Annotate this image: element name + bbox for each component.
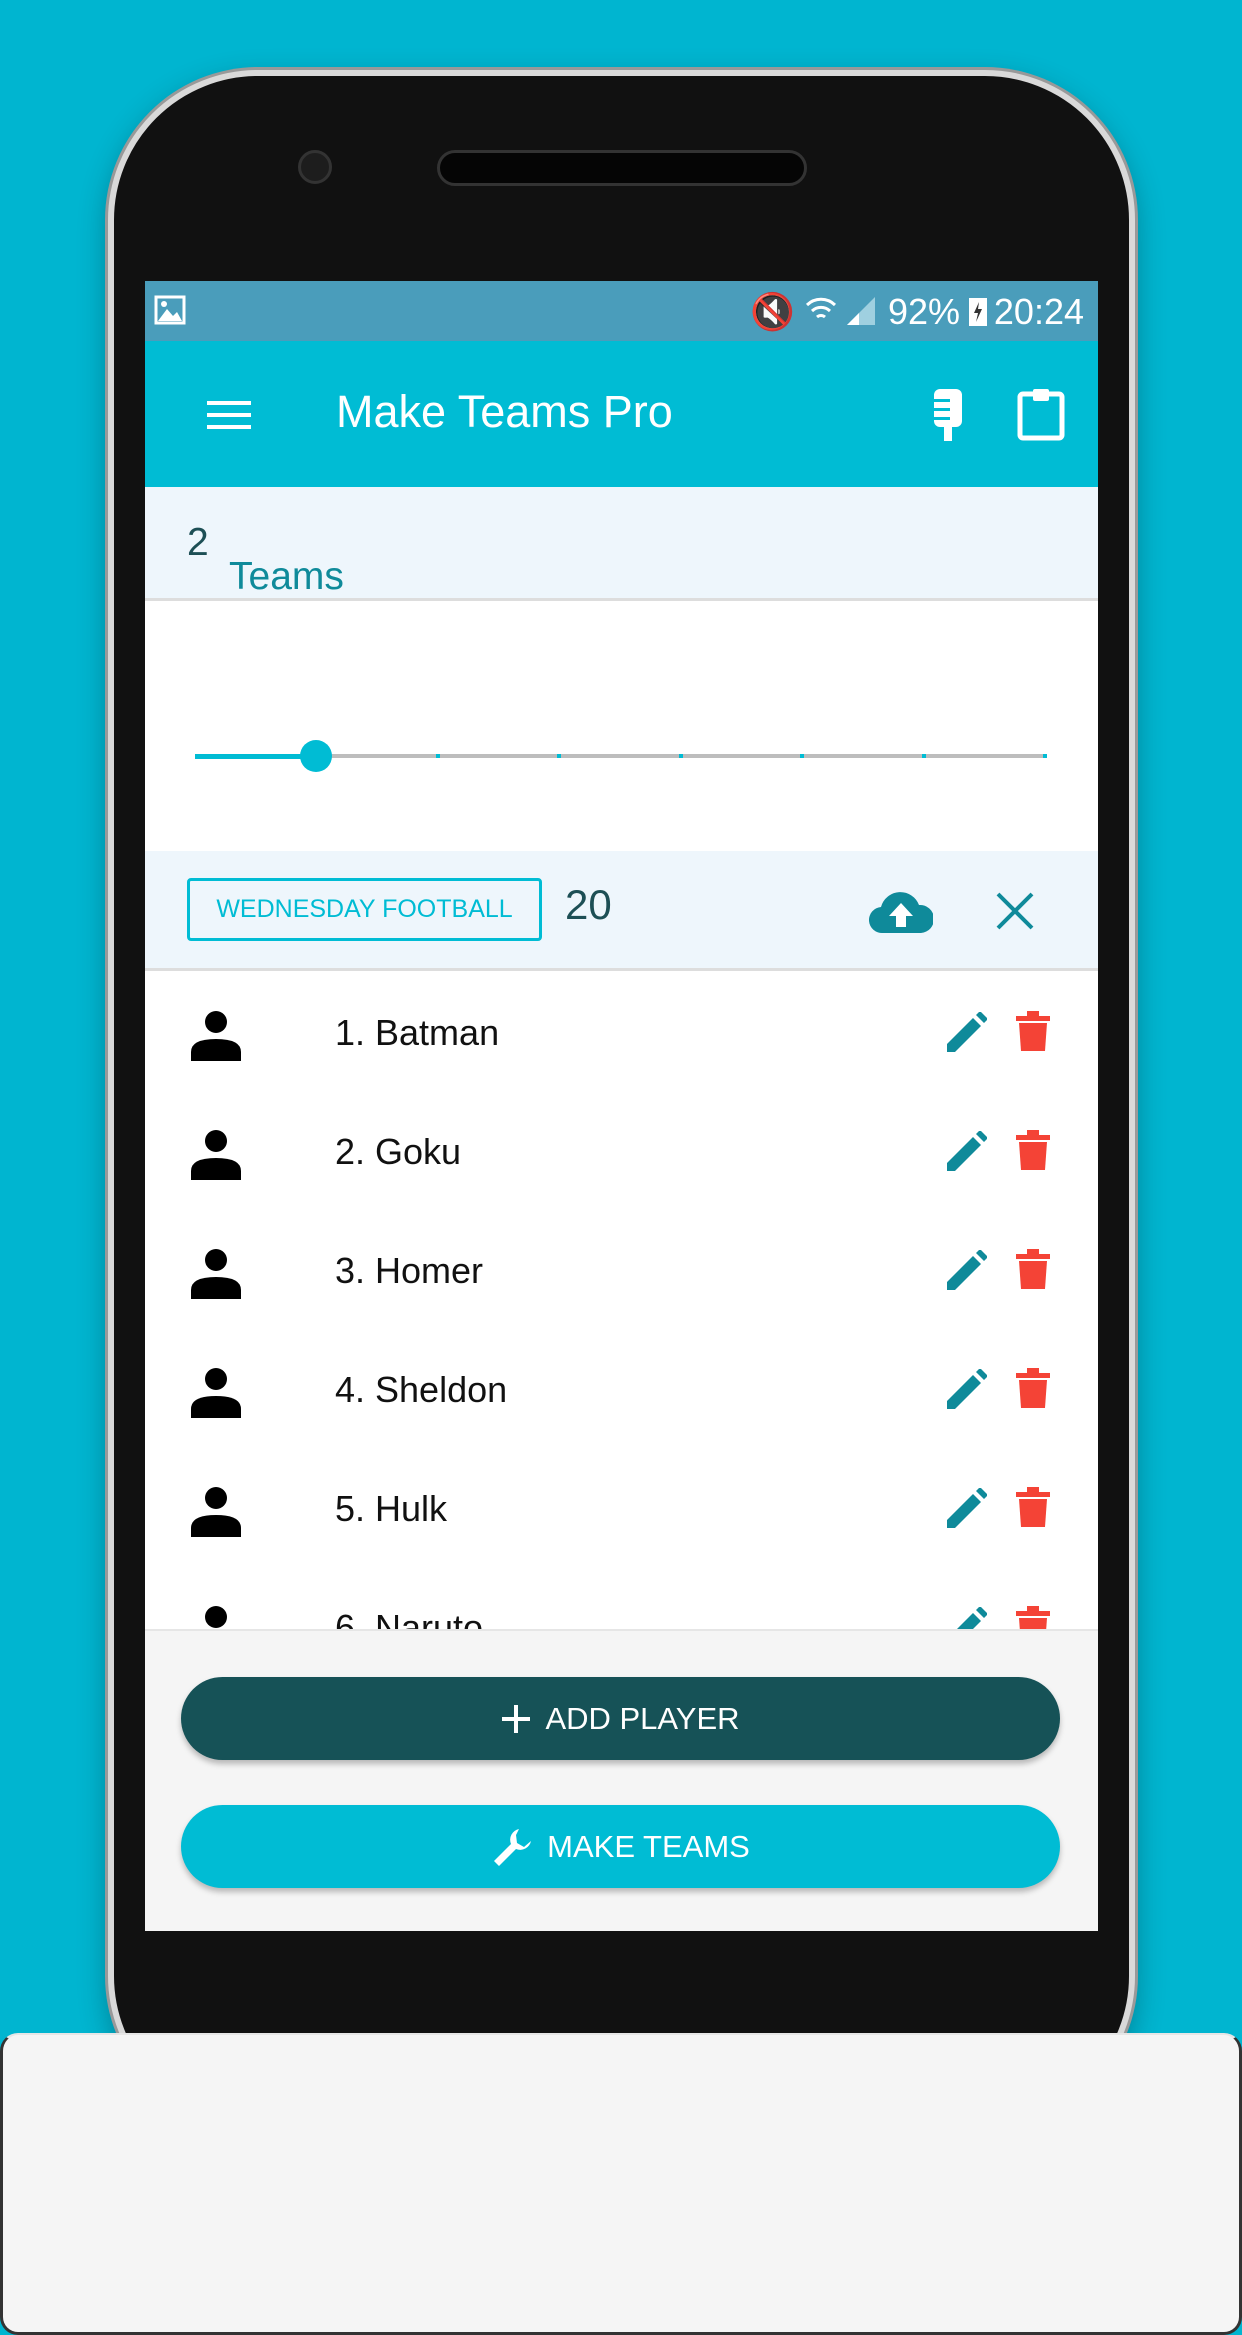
edit-pencil-icon[interactable] [945, 1369, 987, 1411]
slider-tick [435, 754, 440, 758]
player-name: 1. Batman [335, 1012, 500, 1053]
person-icon [191, 1130, 241, 1180]
mute-vibrate-icon: 🔇 [750, 291, 795, 332]
player-row: 4. Sheldon [145, 1331, 1098, 1450]
slider-fill [195, 754, 317, 759]
wifi-icon [805, 297, 837, 319]
player-count: 20 [565, 881, 612, 928]
make-teams-button[interactable]: MAKE TEAMS [181, 1805, 1060, 1888]
player-row: 1. Batman [145, 974, 1098, 1093]
app-title: Make Teams Pro [336, 386, 673, 437]
teams-slider[interactable] [145, 601, 1098, 851]
bottom-actions: ADD PLAYER MAKE TEAMS [145, 1629, 1098, 1931]
signal-icon [847, 297, 875, 325]
menu-icon[interactable] [207, 399, 251, 431]
plus-icon [502, 1704, 531, 1733]
person-icon [191, 1368, 241, 1418]
battery-text: 92% [887, 291, 960, 332]
edit-pencil-icon[interactable] [945, 1012, 987, 1054]
player-row: 2. Goku [145, 1093, 1098, 1212]
app-bar: Make Teams Pro [145, 341, 1098, 487]
battery-charging-icon [969, 298, 987, 326]
delete-trash-icon[interactable] [1016, 1130, 1050, 1172]
camera [298, 150, 332, 184]
status-bar: 🔇 92% 20:24 [145, 281, 1098, 341]
clipboard-icon[interactable] [1017, 387, 1065, 441]
player-name: 4. Sheldon [335, 1369, 508, 1410]
teams-count: 2 [187, 521, 209, 564]
slider-tick [1043, 754, 1047, 758]
slider-tick [557, 754, 562, 758]
edit-pencil-icon[interactable] [945, 1488, 987, 1530]
delete-trash-icon[interactable] [1016, 1368, 1050, 1410]
slider-tick [678, 754, 683, 758]
slider-thumb[interactable] [300, 740, 333, 772]
clock: 20:24 [993, 291, 1084, 332]
bottom-speaker [0, 2033, 1242, 2335]
person-icon [191, 1011, 241, 1061]
add-player-button[interactable]: ADD PLAYER [181, 1677, 1060, 1760]
teams-label: Teams 2 [187, 521, 344, 598]
person-icon [191, 1249, 241, 1299]
screen: 🔇 92% 20:24 Make Teams Pro Teams 2 WEDNE… [145, 281, 1098, 1931]
slider-tick [921, 754, 926, 758]
player-name: 3. Homer [335, 1250, 484, 1291]
earpiece [437, 150, 807, 186]
player-name: 5. Hulk [335, 1488, 448, 1529]
delete-trash-icon[interactable] [1016, 1487, 1050, 1529]
delete-trash-icon[interactable] [1016, 1011, 1050, 1053]
make-teams-label: MAKE TEAMS [547, 1828, 750, 1864]
add-player-label: ADD PLAYER [545, 1700, 740, 1736]
player-row: 5. Hulk [145, 1450, 1098, 1569]
teams-count-header: Teams 2 [145, 487, 1098, 601]
image-notification-icon [154, 295, 186, 325]
delete-trash-icon[interactable] [1016, 1249, 1050, 1291]
group-bar: WEDNESDAY FOOTBALL 20 [145, 851, 1098, 971]
group-name-chip[interactable]: WEDNESDAY FOOTBALL [187, 878, 542, 941]
microphone-icon[interactable] [930, 389, 966, 441]
wrench-icon [494, 1828, 532, 1866]
close-icon[interactable] [995, 891, 1035, 931]
edit-pencil-icon[interactable] [945, 1250, 987, 1292]
player-row: 3. Homer [145, 1212, 1098, 1331]
player-name: 2. Goku [335, 1131, 462, 1172]
edit-pencil-icon[interactable] [945, 1131, 987, 1173]
cloud-upload-icon[interactable] [869, 889, 933, 935]
slider-tick [800, 754, 805, 758]
person-icon [191, 1487, 241, 1537]
